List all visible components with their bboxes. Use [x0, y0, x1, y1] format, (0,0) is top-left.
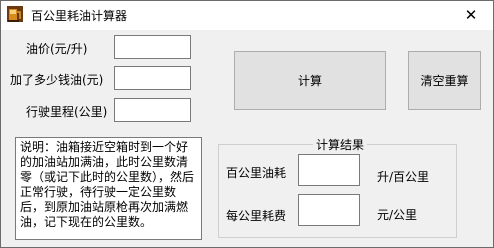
per100-unit: 升/百公里 — [377, 170, 430, 184]
oil-price-input[interactable] — [114, 35, 191, 59]
close-icon[interactable]: ✕ — [461, 5, 481, 25]
window-title: 百公里耗油计算器 — [31, 9, 128, 23]
per100-label: 百公里油耗 — [226, 166, 287, 180]
title-bar: 百公里耗油计算器 ✕ — [1, 1, 493, 30]
distance-input[interactable] — [114, 98, 191, 122]
calculate-button[interactable]: 计算 — [234, 51, 386, 110]
app-window: 百公里耗油计算器 ✕ 油价(元/升) 加了多少钱油(元) 行驶里程(公里) 计算… — [0, 0, 494, 248]
fuel-amount-input[interactable] — [114, 66, 191, 90]
instructions-textarea[interactable]: 说明：油箱接近空箱时到一个好的加油站加满油，此时公里数清零（或记下此时的公里数）… — [15, 137, 202, 240]
per100-output[interactable] — [298, 154, 360, 186]
reset-button[interactable]: 清空重算 — [408, 51, 481, 110]
per-km-label: 每公里耗费 — [226, 209, 287, 223]
per-km-unit: 元/公里 — [377, 208, 418, 222]
oil-price-label: 油价(元/升) — [26, 42, 88, 56]
results-group-title: 计算结果 — [313, 136, 368, 153]
per-km-output[interactable] — [298, 194, 360, 226]
fuel-amount-label: 加了多少钱油(元) — [10, 73, 104, 87]
distance-label: 行驶里程(公里) — [26, 105, 108, 119]
fuel-pump-icon — [7, 6, 23, 22]
